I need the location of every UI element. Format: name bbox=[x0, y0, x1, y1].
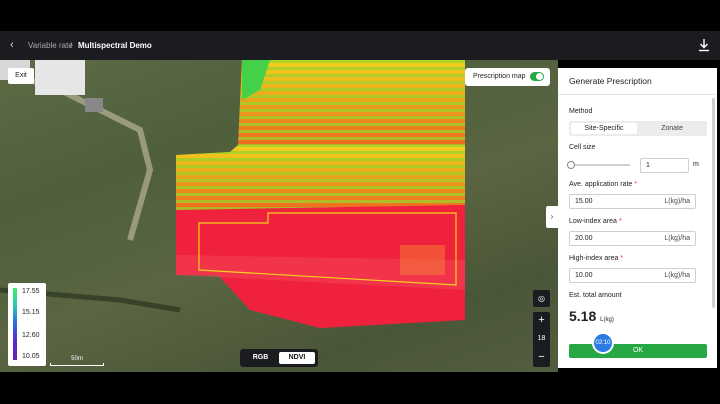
cell-size-input[interactable]: 1 bbox=[640, 158, 689, 173]
play-icon[interactable] bbox=[578, 326, 590, 342]
ave-rate-label: Ave. application rate * bbox=[569, 181, 637, 188]
low-index-input[interactable]: 20.00 L(kg)/ha bbox=[569, 231, 696, 246]
collapse-panel-button[interactable]: › bbox=[546, 206, 558, 228]
map-view[interactable] bbox=[0, 60, 558, 372]
layer-rgb-button[interactable]: RGB bbox=[243, 352, 278, 364]
legend-value: 17.55 bbox=[22, 288, 40, 295]
method-segmented-control: Site-Specific Zonate bbox=[569, 121, 707, 136]
timer-badge: 02:10 bbox=[592, 332, 614, 354]
zoom-level: 18 bbox=[537, 335, 546, 342]
cell-size-label: Cell size bbox=[569, 144, 596, 151]
download-icon[interactable] bbox=[698, 38, 710, 52]
layer-switch: RGB NDVI bbox=[240, 349, 318, 367]
cell-size-unit: m bbox=[693, 161, 699, 168]
prescription-map-label: Prescription map bbox=[473, 73, 526, 80]
panel-title: Generate Prescription bbox=[569, 76, 652, 86]
high-index-input[interactable]: 10.00 L(kg)/ha bbox=[569, 268, 696, 283]
slider-knob[interactable] bbox=[567, 161, 575, 169]
zoom-in-button[interactable]: + bbox=[533, 312, 550, 329]
generate-prescription-panel: Generate Prescription Method Site-Specif… bbox=[558, 68, 717, 368]
toggle-switch[interactable] bbox=[530, 72, 544, 81]
breadcrumb-parent[interactable]: Variable rate bbox=[28, 41, 73, 50]
back-arrow-icon[interactable]: ‹ bbox=[10, 40, 20, 51]
locate-icon[interactable]: ◎ bbox=[533, 290, 550, 307]
exit-button[interactable]: Exit bbox=[8, 68, 34, 84]
prescription-map-toggle[interactable]: Prescription map bbox=[465, 68, 550, 86]
low-index-label: Low-index area * bbox=[569, 218, 622, 225]
method-label: Method bbox=[569, 108, 593, 115]
scale-bar: 50m bbox=[50, 356, 104, 366]
legend-value: 12.60 bbox=[22, 332, 40, 339]
total-label: Est. total amount bbox=[569, 292, 622, 299]
map-imagery bbox=[0, 60, 465, 328]
cell-size-slider[interactable] bbox=[567, 161, 630, 169]
zoom-out-button[interactable]: − bbox=[533, 349, 550, 366]
total-amount: 5.18 L(kg) bbox=[569, 308, 614, 324]
legend-value: 15.15 bbox=[22, 309, 40, 316]
top-bar: ‹ Variable rate / Multispectral Demo bbox=[0, 31, 720, 60]
method-zonate[interactable]: Zonate bbox=[639, 123, 705, 134]
breadcrumb-separator: / bbox=[70, 41, 73, 50]
panel-scrollbar[interactable] bbox=[712, 98, 715, 308]
scale-label: 50m bbox=[71, 356, 83, 362]
ndvi-legend: 17.55 15.15 12.60 10.05 bbox=[8, 283, 46, 366]
legend-color-bar bbox=[13, 288, 17, 360]
ok-button[interactable]: OK bbox=[569, 344, 707, 358]
high-index-label: High-index area * bbox=[569, 255, 624, 262]
ave-rate-input[interactable]: 15.00 L(kg)/ha bbox=[569, 194, 696, 209]
barn-building bbox=[35, 60, 85, 95]
breadcrumb-current: Multispectral Demo bbox=[78, 41, 152, 50]
zoom-control: + 18 − bbox=[533, 312, 550, 367]
legend-value: 10.05 bbox=[22, 353, 40, 360]
method-site-specific[interactable]: Site-Specific bbox=[571, 123, 637, 134]
layer-ndvi-button[interactable]: NDVI bbox=[279, 352, 315, 364]
